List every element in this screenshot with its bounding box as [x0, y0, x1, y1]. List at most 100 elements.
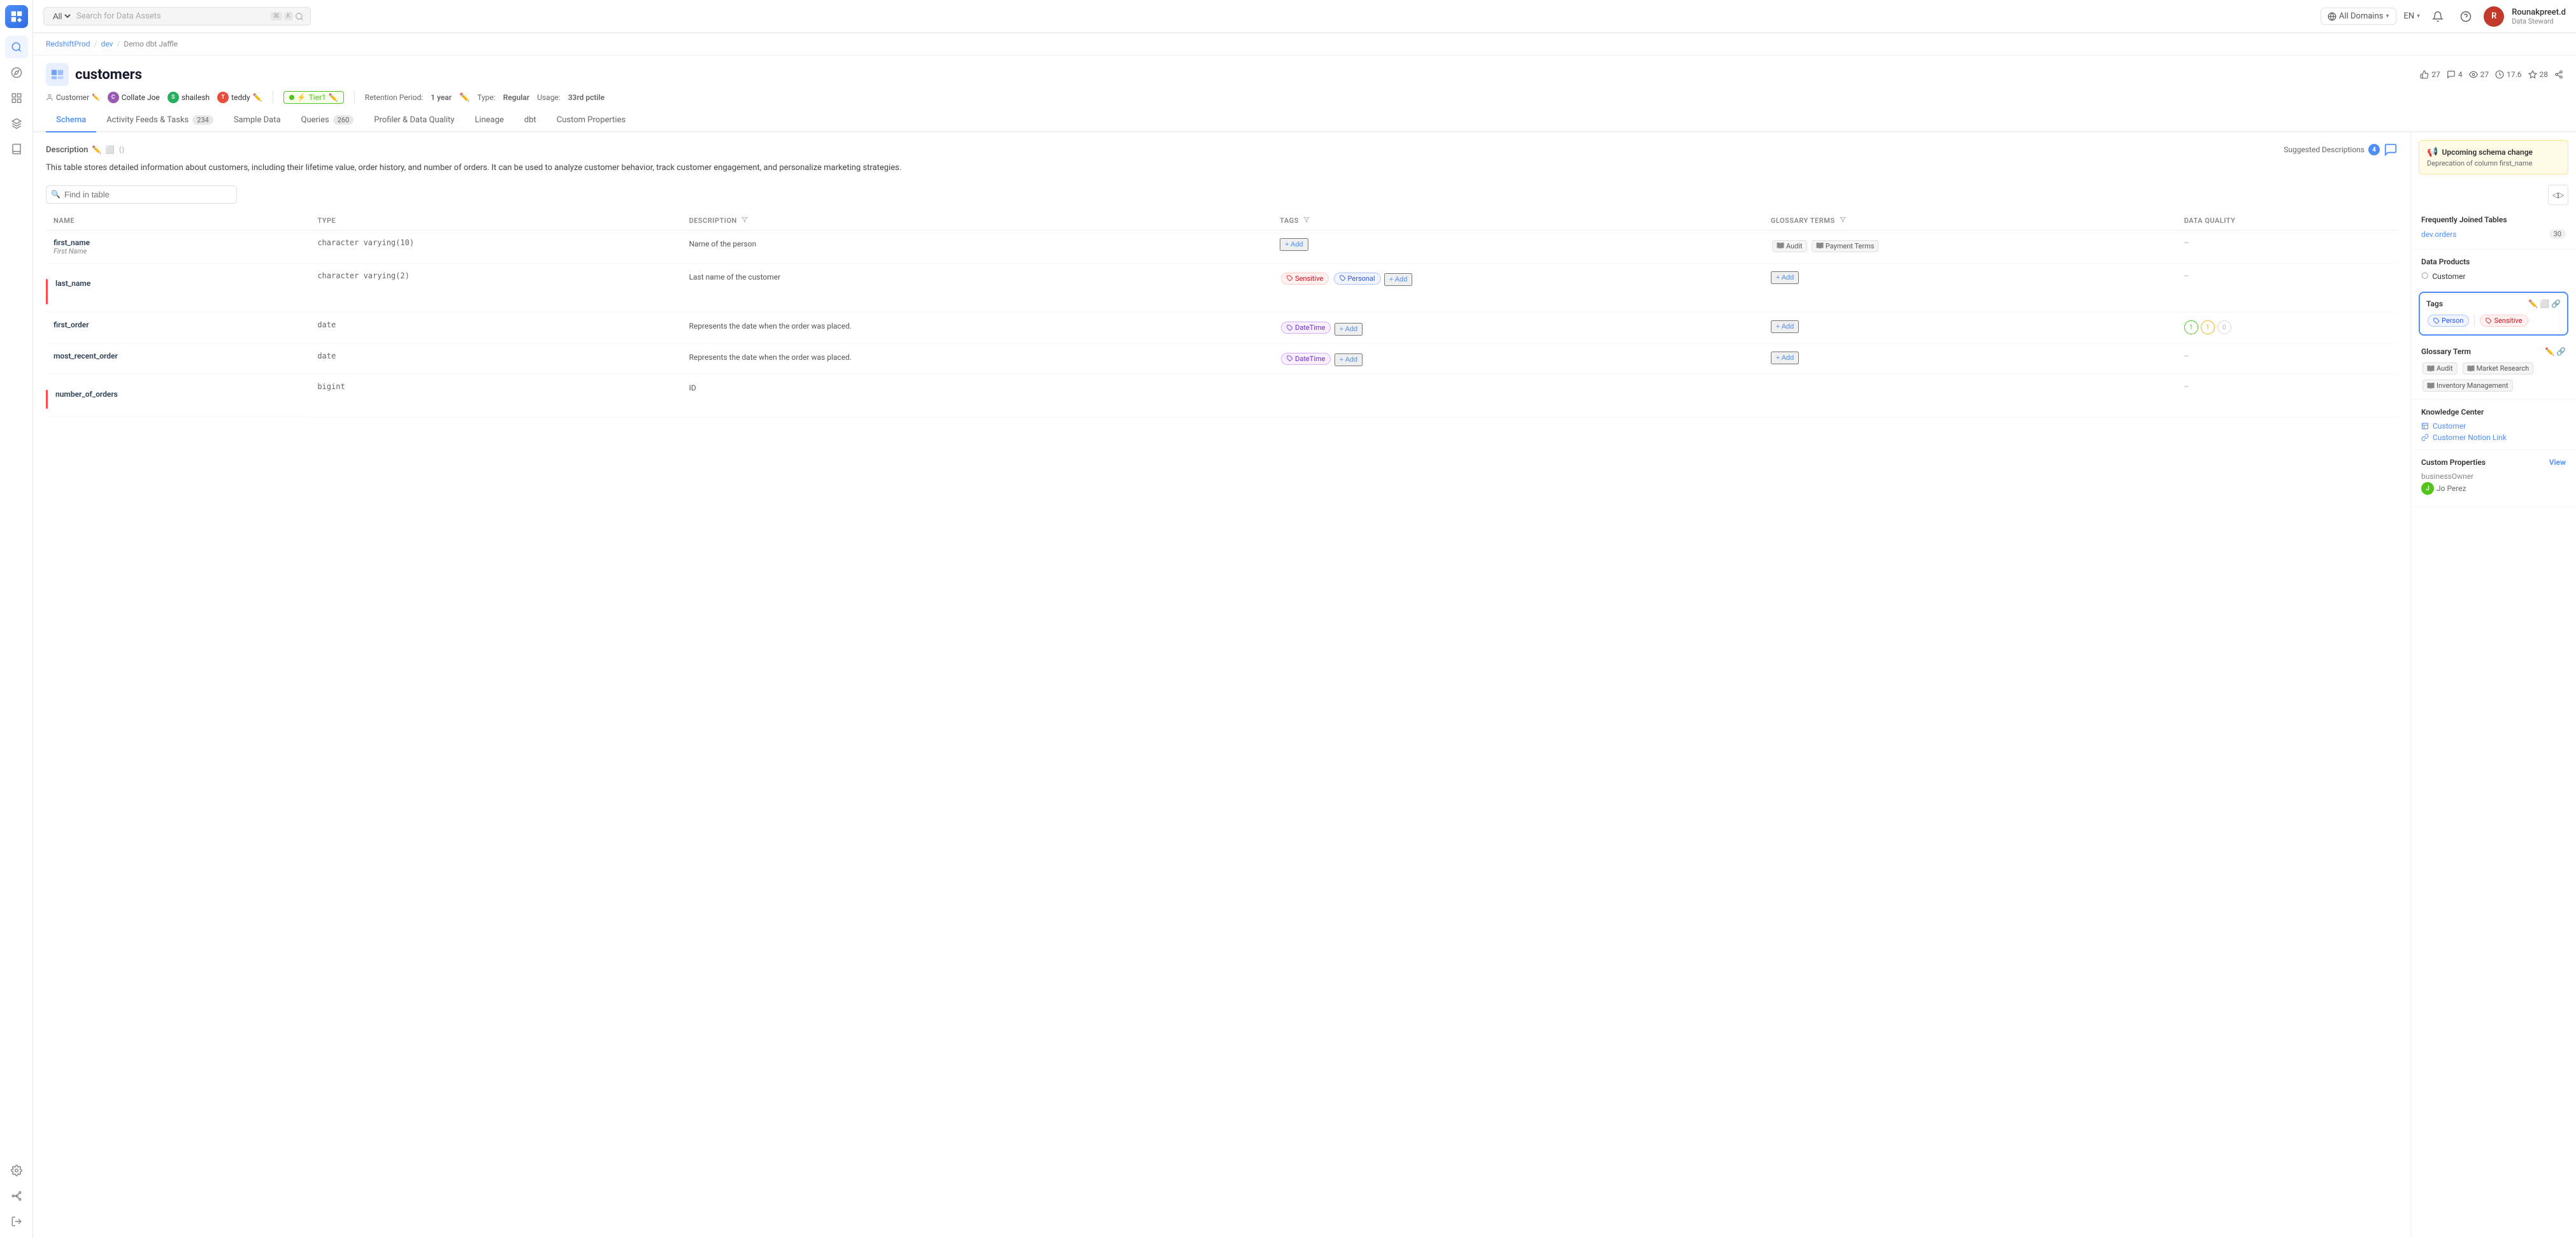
tags-copy-icon[interactable]: ⬜	[2540, 299, 2549, 308]
tab-queries[interactable]: Queries 260	[291, 109, 364, 132]
sidebar-lineage-icon[interactable]	[5, 1185, 28, 1207]
breadcrumb-item-1[interactable]: dev	[101, 39, 113, 48]
sidebar-book-icon[interactable]	[5, 138, 28, 160]
book-icon3	[2427, 382, 2435, 390]
breadcrumb-item-0[interactable]: RedshiftProd	[46, 39, 90, 48]
glossary-chip-payment[interactable]: Payment Terms	[1812, 240, 1879, 252]
sidebar-explore-icon[interactable]	[5, 61, 28, 84]
sidebar-search-icon[interactable]	[5, 36, 28, 59]
user-role: Data Steward	[2512, 17, 2566, 25]
app-logo[interactable]	[5, 5, 28, 28]
table-header: NAME TYPE DESCRIPTION TAGS GL	[46, 211, 2398, 231]
tags-filter-icon[interactable]	[1303, 217, 1310, 223]
view-more-link[interactable]: View	[2549, 458, 2566, 467]
search-bar[interactable]: All Search for Data Assets ⌘ K	[43, 7, 311, 25]
search-scope-select[interactable]: All	[50, 11, 73, 22]
glossary-filter-icon[interactable]	[1840, 217, 1846, 223]
table-search[interactable]	[46, 185, 2398, 204]
language-selector[interactable]: EN ▾	[2404, 11, 2421, 21]
tab-sample-data[interactable]: Sample Data	[224, 109, 291, 132]
add-tag-button-first-name[interactable]: + Add	[1280, 238, 1308, 251]
tab-profiler[interactable]: Profiler & Data Quality	[364, 109, 464, 132]
desc-filter-icon[interactable]	[741, 217, 748, 223]
share-button[interactable]	[2554, 70, 2563, 79]
shailesh-badge[interactable]: S shailesh	[168, 92, 210, 103]
tab-schema[interactable]: Schema	[46, 109, 96, 132]
desc-share-icon[interactable]: ⟨⟩	[118, 145, 124, 154]
stars-button[interactable]: 28	[2528, 70, 2549, 79]
sensitive-tag-panel[interactable]: Sensitive	[2480, 315, 2528, 327]
person-tag[interactable]: Person	[2428, 315, 2469, 327]
add-tag-button-first-order[interactable]: + Add	[1335, 323, 1363, 336]
table-row: first_name First Name character varying(…	[46, 230, 2398, 263]
tab-custom-properties[interactable]: Custom Properties	[547, 109, 636, 132]
glossary-chip-inventory[interactable]: Inventory Management	[2422, 380, 2513, 392]
stars-count: 28	[2540, 70, 2549, 79]
cell-desc-last-name: Last name of the customer	[682, 263, 1273, 313]
tags-edit-icon[interactable]: ✏️	[2528, 299, 2538, 308]
add-glossary-button-first-order[interactable]: + Add	[1771, 320, 1799, 333]
views-button[interactable]: 27	[2469, 70, 2489, 79]
datetime-tag2[interactable]: DateTime	[1281, 353, 1331, 365]
add-tag-button-most-recent[interactable]: + Add	[1335, 353, 1363, 366]
product-name[interactable]: Customer	[2432, 272, 2465, 281]
search-shortcut: ⌘ K	[271, 12, 304, 21]
owner-edit-icon[interactable]: ✏️	[92, 94, 99, 101]
desc-edit-icon[interactable]: ✏️	[92, 145, 101, 154]
tier-edit-icon[interactable]: ✏️	[329, 93, 338, 102]
domain-selector[interactable]: All Domains ▾	[2321, 8, 2396, 25]
table-row: most_recent_order date Represents the da…	[46, 343, 2398, 374]
kc-item-customer[interactable]: Customer	[2421, 422, 2566, 430]
notifications-button[interactable]	[2428, 6, 2448, 27]
find-in-table-input[interactable]	[46, 185, 237, 204]
sidebar-settings-icon[interactable]	[5, 1159, 28, 1182]
sensitive-tag[interactable]: Sensitive	[1281, 273, 1329, 285]
panel-toggle-button[interactable]: ◁▷	[2548, 185, 2568, 205]
joined-table-name[interactable]: dev.orders	[2421, 230, 2457, 239]
collate-joe-badge[interactable]: C Collate Joe	[108, 92, 160, 103]
kc-item-notion[interactable]: Customer Notion Link	[2421, 433, 2566, 442]
retention-value: 1 year	[431, 93, 452, 102]
type-value: Regular	[503, 93, 529, 102]
breadcrumb-sep-0: /	[94, 39, 97, 48]
comments-button[interactable]: 4	[2447, 70, 2463, 79]
glossary-edit-icon[interactable]: ✏️	[2545, 347, 2554, 356]
glossary-chip-audit[interactable]: Audit	[2422, 362, 2458, 374]
usage-label: Usage:	[537, 93, 561, 102]
body-area: Description ✏️ ⬜ ⟨⟩ Suggested Descriptio…	[33, 132, 2576, 1238]
desc-copy-icon[interactable]: ⬜	[105, 145, 115, 154]
table-row: number_of_orders bigint ID	[46, 374, 2398, 418]
add-glossary-button-most-recent[interactable]: + Add	[1771, 352, 1799, 364]
owner-tag[interactable]: Customer ✏️	[46, 93, 100, 102]
tab-dbt[interactable]: dbt	[514, 109, 547, 132]
retention-edit-icon[interactable]: ✏️	[459, 93, 469, 103]
cell-tags-first-name: + Add	[1272, 230, 1763, 263]
add-glossary-button-last-name[interactable]: + Add	[1771, 271, 1799, 284]
sidebar-logout-icon[interactable]	[5, 1210, 28, 1233]
datetime-tag[interactable]: DateTime	[1281, 322, 1331, 334]
tag-icon	[1287, 275, 1293, 281]
sidebar-discover-icon[interactable]	[5, 87, 28, 110]
help-button[interactable]	[2456, 6, 2476, 27]
glossary-chip-invoice[interactable]: Audit	[1772, 240, 1807, 252]
likes-button[interactable]: 27	[2420, 70, 2440, 79]
suggested-descriptions-button[interactable]: Suggested Descriptions 4	[2284, 143, 2398, 157]
user-avatar[interactable]: R	[2484, 6, 2504, 27]
breadcrumb-item-2: Demo dbt Jaffle	[124, 39, 178, 48]
teddy-edit-icon[interactable]: ✏️	[253, 93, 262, 102]
tier-badge[interactable]: ⚡ Tier1 ✏️	[283, 91, 344, 104]
add-tag-button-last-name[interactable]: + Add	[1384, 273, 1412, 286]
glossary-link-icon[interactable]: 🔗	[2556, 347, 2566, 356]
product-item: ⬡ Customer	[2421, 271, 2566, 281]
time-value: 17.6	[2507, 70, 2521, 79]
frequently-joined-title: Frequently Joined Tables	[2421, 215, 2566, 224]
tab-activity-feeds[interactable]: Activity Feeds & Tasks 234	[96, 109, 224, 132]
sidebar-govern-icon[interactable]	[5, 112, 28, 135]
glossary-chip-market-research[interactable]: Market Research	[2463, 362, 2534, 374]
tab-lineage[interactable]: Lineage	[464, 109, 514, 132]
col-type-text: character varying(2)	[317, 271, 410, 280]
jo-perez-name[interactable]: Jo Perez	[2436, 484, 2466, 493]
tags-link-icon[interactable]: 🔗	[2551, 299, 2561, 308]
personal-tag[interactable]: Personal	[1334, 273, 1381, 285]
teddy-badge[interactable]: T teddy ✏️	[217, 92, 262, 103]
